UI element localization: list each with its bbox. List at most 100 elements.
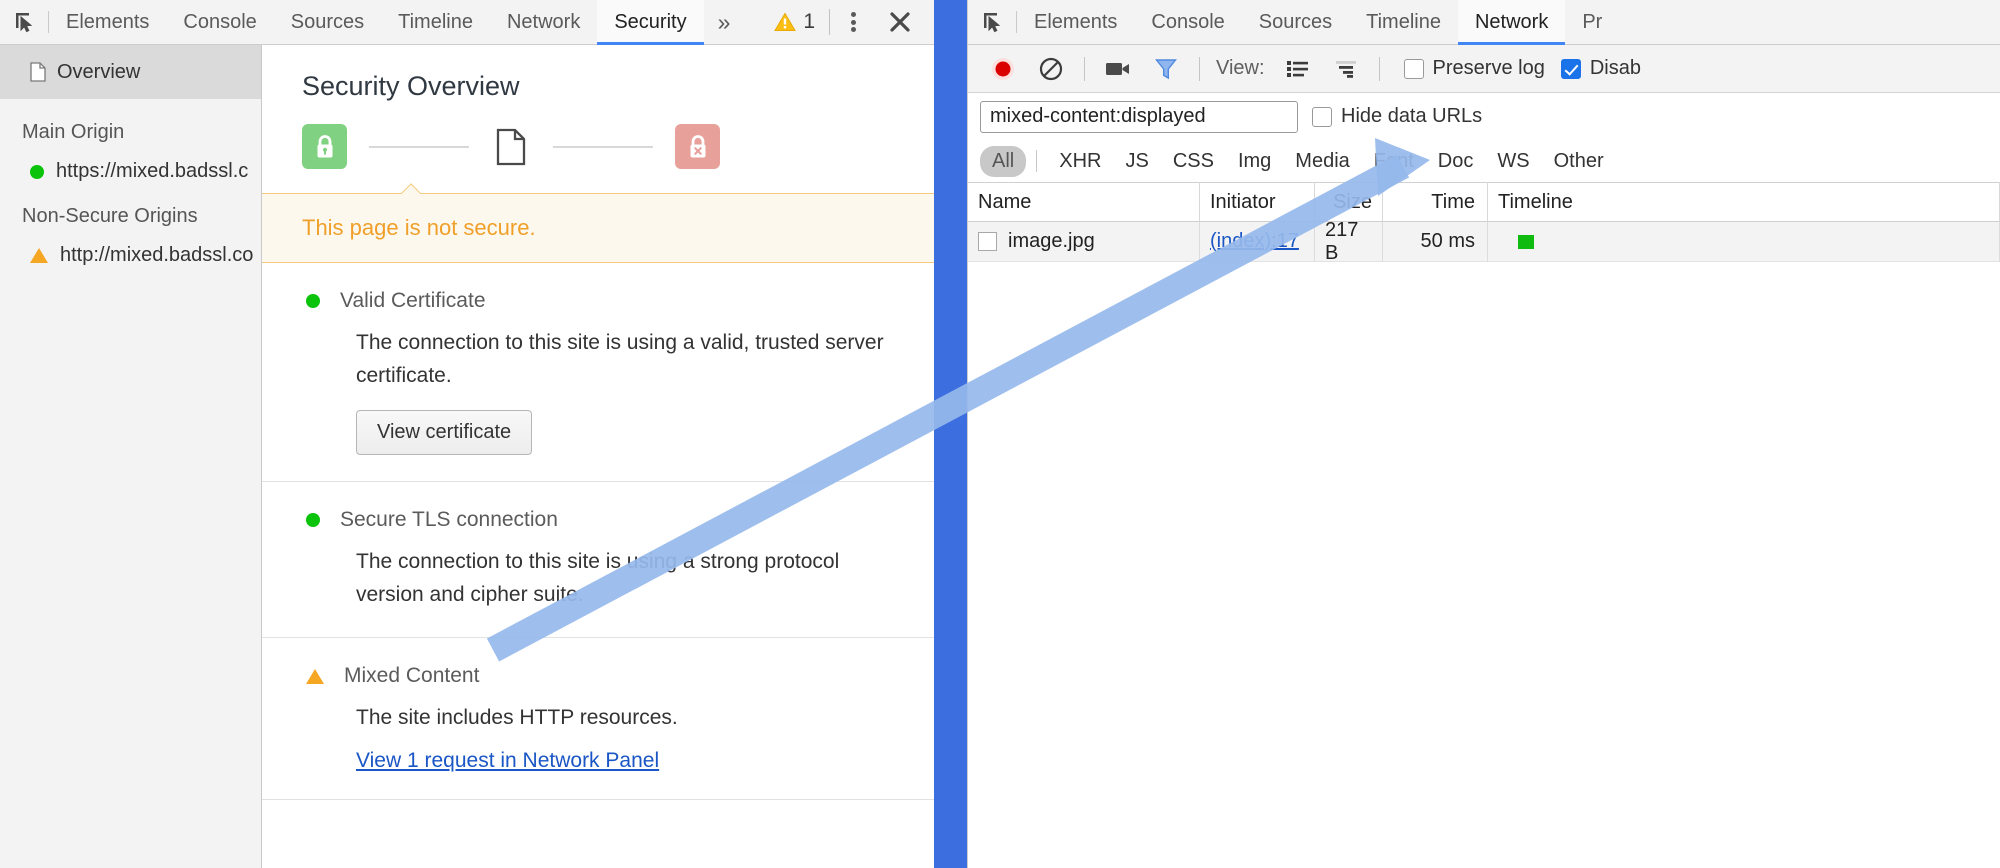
column-header-timeline[interactable]: Timeline bbox=[1488, 182, 2000, 222]
security-overview-main: Security Overview This page is not secur… bbox=[262, 45, 940, 868]
network-filter-bar: Hide data URLs bbox=[968, 93, 2000, 140]
type-filter-doc[interactable]: Doc bbox=[1426, 146, 1486, 177]
sidebar-item-overview[interactable]: Overview bbox=[0, 45, 261, 99]
clear-icon[interactable] bbox=[1028, 47, 1074, 91]
view-requests-in-network-panel-link[interactable]: View 1 request in Network Panel bbox=[356, 749, 659, 773]
type-filter-ws[interactable]: WS bbox=[1485, 146, 1541, 177]
sidebar-group-non-secure-origins: Non-Secure Origins bbox=[22, 205, 198, 227]
banner-notch bbox=[401, 182, 425, 194]
warning-indicator[interactable]: 1 bbox=[774, 10, 829, 34]
checkbox-box bbox=[1560, 58, 1581, 79]
tab-profiles[interactable]: Pr bbox=[1565, 0, 1619, 44]
secure-dot-icon bbox=[306, 294, 320, 308]
tab-sources[interactable]: Sources bbox=[1242, 0, 1349, 44]
left-devtools-tabbar: Elements Console Sources Timeline Networ… bbox=[0, 0, 940, 45]
close-icon[interactable] bbox=[876, 9, 924, 35]
initiator-link[interactable]: (index):17 bbox=[1210, 230, 1299, 253]
warning-triangle-icon bbox=[30, 248, 48, 263]
preserve-log-label: Preserve log bbox=[1432, 57, 1545, 79]
tab-security[interactable]: Security bbox=[597, 0, 704, 45]
column-header-initiator[interactable]: Initiator bbox=[1200, 182, 1315, 222]
waterfall-view-icon[interactable] bbox=[1323, 47, 1369, 91]
column-header-name[interactable]: Name bbox=[968, 182, 1200, 222]
warning-triangle-icon bbox=[774, 12, 797, 31]
type-filter-img[interactable]: Img bbox=[1226, 146, 1283, 177]
cell-initiator: (index):17 bbox=[1200, 221, 1315, 262]
sidebar-group-main-origin: Main Origin bbox=[22, 121, 125, 143]
camera-icon[interactable] bbox=[1095, 47, 1141, 91]
inspect-element-icon[interactable] bbox=[0, 0, 48, 44]
tab-elements[interactable]: Elements bbox=[1017, 0, 1134, 44]
sidebar-overview-label: Overview bbox=[57, 60, 141, 83]
column-header-time[interactable]: Time bbox=[1383, 182, 1488, 222]
left-devtools-window: Elements Console Sources Timeline Networ… bbox=[0, 0, 940, 868]
security-sidebar: Overview Main Origin https://mixed.badss… bbox=[0, 45, 262, 868]
left-toolbar-right: 1 bbox=[774, 0, 940, 44]
page-icon bbox=[30, 62, 46, 82]
security-panel-body: Overview Main Origin https://mixed.badss… bbox=[0, 45, 940, 868]
more-tabs-icon[interactable]: » bbox=[704, 0, 745, 44]
type-filter-divider bbox=[1036, 150, 1038, 172]
timeline-bar bbox=[1518, 234, 1534, 249]
column-header-size[interactable]: Size bbox=[1315, 182, 1383, 222]
explanation-mixed-content: Mixed Content The site includes HTTP res… bbox=[262, 638, 940, 800]
type-filter-xhr[interactable]: XHR bbox=[1047, 146, 1113, 177]
explanation-description: The site includes HTTP resources. bbox=[356, 706, 678, 730]
tab-console[interactable]: Console bbox=[1134, 0, 1241, 44]
tab-sources[interactable]: Sources bbox=[274, 0, 381, 44]
sidebar-origin-nonsecure[interactable]: http://mixed.badssl.co bbox=[0, 228, 261, 267]
tab-elements[interactable]: Elements bbox=[49, 0, 166, 44]
inspect-element-icon[interactable] bbox=[968, 0, 1016, 44]
type-filter-other[interactable]: Other bbox=[1542, 146, 1616, 177]
explanation-description: The connection to this site is using a v… bbox=[356, 331, 884, 387]
right-devtools-window: Elements Console Sources Timeline Networ… bbox=[967, 0, 2000, 868]
banner-text: This page is not secure. bbox=[302, 215, 536, 240]
tab-network[interactable]: Network bbox=[490, 0, 597, 44]
secure-dot-icon bbox=[30, 164, 44, 179]
row-checkbox[interactable] bbox=[978, 232, 997, 251]
explanation-header: Valid Certificate bbox=[302, 289, 940, 313]
tab-timeline[interactable]: Timeline bbox=[381, 0, 490, 44]
network-type-filters: All XHR JS CSS Img Media Font Doc WS Oth… bbox=[968, 140, 2000, 182]
warning-count: 1 bbox=[803, 10, 815, 33]
more-options-icon[interactable] bbox=[830, 10, 876, 35]
tab-timeline[interactable]: Timeline bbox=[1349, 0, 1458, 44]
table-row[interactable]: image.jpg (index):17 217 B 50 ms bbox=[968, 219, 2000, 264]
sidebar-origin-label: http://mixed.badssl.co bbox=[60, 244, 254, 266]
document-icon bbox=[491, 128, 531, 166]
type-filter-js[interactable]: JS bbox=[1113, 146, 1160, 177]
not-secure-banner: This page is not secure. bbox=[262, 193, 940, 263]
record-button-icon[interactable] bbox=[980, 47, 1026, 91]
left-tab-list: Elements Console Sources Timeline Networ… bbox=[49, 0, 745, 45]
warning-triangle-icon bbox=[306, 668, 324, 684]
explanation-title: Secure TLS connection bbox=[340, 508, 558, 532]
hide-data-urls-checkbox[interactable]: Hide data URLs bbox=[1312, 105, 1482, 128]
explanation-description: The connection to this site is using a s… bbox=[356, 550, 840, 606]
network-toolbar: View: Preserve log Disab bbox=[968, 45, 2000, 93]
tab-network[interactable]: Network bbox=[1457, 0, 1566, 45]
funnel-icon[interactable] bbox=[1143, 47, 1189, 91]
lock-closed-icon bbox=[302, 124, 347, 169]
disable-cache-checkbox[interactable]: Disab bbox=[1560, 57, 1641, 80]
sidebar-origin-label: https://mixed.badssl.c bbox=[56, 160, 249, 182]
security-summary-icons bbox=[262, 102, 940, 169]
tab-console[interactable]: Console bbox=[166, 0, 273, 44]
toolbar-divider bbox=[1084, 56, 1085, 81]
sidebar-origin-secure[interactable]: https://mixed.badssl.c bbox=[0, 144, 261, 183]
type-filter-all[interactable]: All bbox=[980, 145, 1027, 177]
request-name: image.jpg bbox=[1008, 230, 1095, 252]
type-filter-css[interactable]: CSS bbox=[1161, 146, 1226, 177]
toolbar-divider bbox=[1199, 56, 1200, 81]
view-certificate-button[interactable]: View certificate bbox=[356, 410, 533, 456]
preserve-log-checkbox[interactable]: Preserve log bbox=[1403, 57, 1545, 80]
type-filter-media[interactable]: Media bbox=[1283, 146, 1361, 177]
checkbox-box bbox=[1403, 58, 1424, 79]
connector-line-right bbox=[553, 145, 653, 148]
explanation-title: Valid Certificate bbox=[340, 289, 486, 312]
right-devtools-tabbar: Elements Console Sources Timeline Networ… bbox=[968, 0, 2000, 45]
type-filter-font[interactable]: Font bbox=[1362, 146, 1426, 177]
filter-input[interactable] bbox=[980, 100, 1298, 133]
screenshot-root: Elements Console Sources Timeline Networ… bbox=[0, 0, 2000, 868]
list-view-icon[interactable] bbox=[1275, 47, 1321, 91]
page-title: Security Overview bbox=[302, 71, 520, 101]
